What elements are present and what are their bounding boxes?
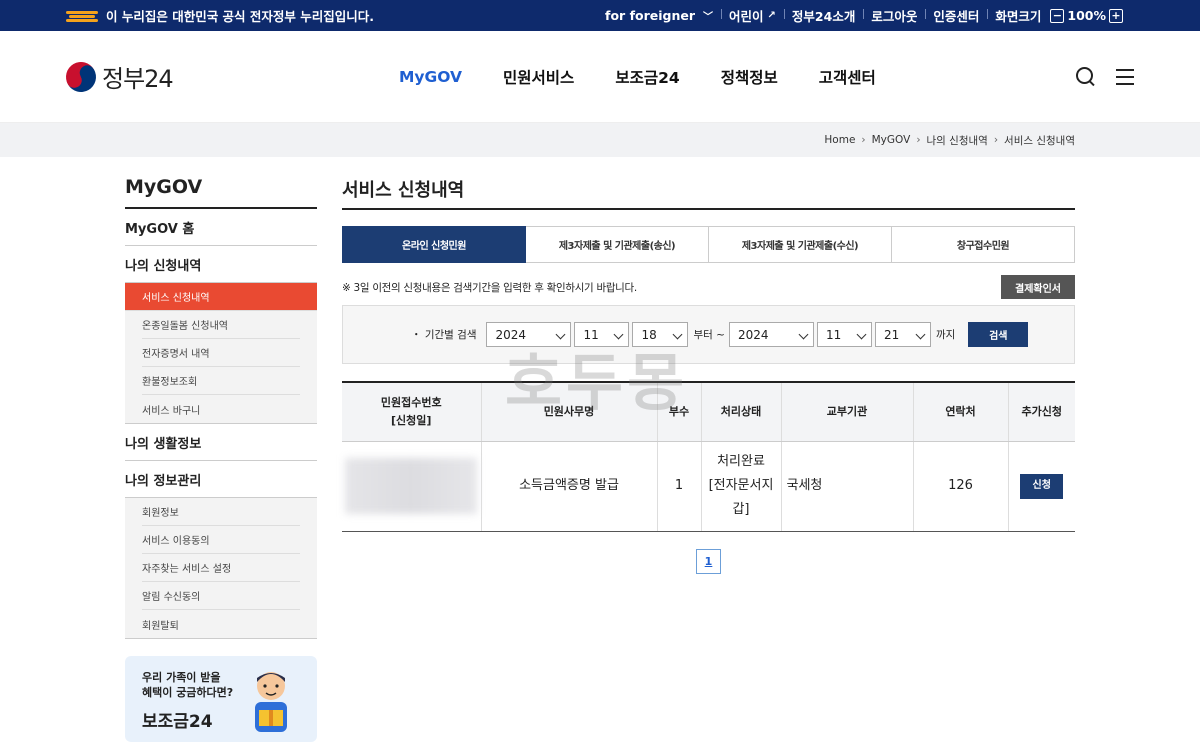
tab-third-party-received[interactable]: 제3자제출 및 기관제출(수신) (709, 226, 892, 263)
external-link-icon: ↗ (767, 10, 776, 21)
nav-mygov[interactable]: MyGOV (399, 68, 462, 86)
logout-link[interactable]: 로그아웃 (863, 6, 925, 25)
sidebar-submenu-applications: 서비스 신청내역 온종일돌봄 신청내역 전자증명서 내역 환불정보조회 서비스 … (125, 283, 317, 424)
receipt-number-cell (342, 441, 481, 532)
chevron-down-icon: ﹀ (703, 12, 714, 23)
subsidy24-promo-banner[interactable]: 우리 가족이 받을 혜택이 궁금하다면? 보조금24 (125, 656, 317, 742)
zoom-out-button[interactable]: − (1050, 8, 1065, 23)
sidebar-item-service-basket[interactable]: 서비스 바구니 (142, 395, 300, 423)
main-content: 서비스 신청내역 온라인 신청민원 제3자제출 및 기관제출(송신) 제3자제출… (342, 176, 1075, 574)
apply-button[interactable]: 신청 (1020, 473, 1064, 499)
for-foreigner-dropdown[interactable]: for foreigner ﹀ (597, 8, 721, 23)
about-link[interactable]: 정부24소개 (783, 6, 863, 25)
copies-cell: 1 (656, 441, 701, 532)
table-row: 소득금액증명 발급 1 처리완료 [전자문서지갑] 국세청 126 신청 (342, 441, 1075, 532)
search-icon[interactable] (1076, 67, 1096, 87)
sidebar-item-service-applications[interactable]: 서비스 신청내역 (125, 283, 317, 311)
zoom-in-button[interactable]: + (1109, 8, 1123, 23)
tab-online-applications[interactable]: 온라인 신청민원 (342, 226, 526, 263)
to-day-select[interactable]: 21 (874, 322, 931, 347)
breadcrumb-mygov[interactable]: MyGOV (872, 134, 911, 146)
sidebar-item-withdraw[interactable]: 회원탈퇴 (142, 610, 300, 638)
breadcrumb-home[interactable]: Home (824, 134, 855, 146)
sidebar-item-my-applications[interactable]: 나의 신청내역 (125, 246, 317, 283)
taegeuk-icon (60, 56, 102, 97)
col-receipt-number: 민원접수번호 [신청일] (342, 381, 481, 442)
cert-center-link[interactable]: 인증센터 (925, 6, 987, 25)
col-agency: 교부기관 (780, 381, 913, 442)
zoom-label: 화면크기 (995, 9, 1042, 24)
nav-policy-info[interactable]: 정책정보 (721, 66, 778, 88)
gov-symbol-icon (66, 9, 98, 23)
sidebar-submenu-info: 회원정보 서비스 이용동의 자주찾는 서비스 설정 알림 수신동의 회원탈퇴 (125, 498, 317, 639)
page-1-button[interactable]: 1 (696, 548, 721, 574)
application-tabs: 온라인 신청민원 제3자제출 및 기관제출(송신) 제3자제출 및 기관제출(수… (342, 226, 1075, 263)
breadcrumb: Home › MyGOV › 나의 신청내역 › 서비스 신청내역 (0, 123, 1200, 157)
sidebar: MyGOV MyGOV 홈 나의 신청내역 서비스 신청내역 온종일돌봄 신청내… (125, 176, 317, 742)
chevron-right-icon: › (861, 134, 866, 146)
sidebar-item-e-certificates[interactable]: 전자증명서 내역 (142, 339, 300, 367)
sidebar-item-notification-consent[interactable]: 알림 수신동의 (142, 582, 300, 610)
search-button[interactable]: 검색 (968, 322, 1029, 347)
tab-third-party-sent[interactable]: 제3자제출 및 기관제출(송신) (526, 226, 709, 263)
from-suffix: 부터 ~ (693, 329, 725, 341)
site-header: 정부24 MyGOV 민원서비스 보조금24 정책정보 고객센터 (0, 31, 1200, 123)
pagination: 1 (342, 548, 1075, 574)
kids-link[interactable]: 어린이 ↗ (721, 6, 784, 25)
site-logo[interactable]: 정부24 (60, 56, 174, 97)
col-copies: 부수 (656, 381, 701, 442)
page-title: 서비스 신청내역 (342, 176, 1075, 210)
breadcrumb-my-applications[interactable]: 나의 신청내역 (927, 133, 988, 148)
payment-confirmation-button[interactable]: 결제확인서 (1001, 275, 1075, 299)
hamburger-menu-icon[interactable] (1116, 69, 1134, 85)
zoom-value: 100% (1067, 8, 1106, 23)
sidebar-item-allday-care[interactable]: 온종일돌봄 신청내역 (142, 311, 300, 339)
status-cell: 처리완료 [전자문서지갑] (700, 441, 781, 532)
col-status: 처리상태 (700, 381, 781, 442)
col-additional: 추가신청 (1007, 381, 1075, 442)
col-service-name: 민원사무명 (480, 381, 657, 442)
chevron-right-icon: › (916, 134, 921, 146)
nav-civil-service[interactable]: 민원서비스 (503, 66, 574, 88)
from-year-select[interactable]: 2024 (486, 322, 572, 347)
tab-counter-applications[interactable]: 창구접수민원 (892, 226, 1075, 263)
nav-subsidy24[interactable]: 보조금24 (615, 66, 679, 88)
action-cell: 신청 (1007, 441, 1075, 532)
gov-banner: 이 누리집은 대한민국 공식 전자정부 누리집입니다. for foreigne… (0, 0, 1200, 31)
search-notice: ※ 3일 이전의 신청내용은 검색기간을 입력한 후 확인하시기 바랍니다. (342, 281, 637, 294)
sidebar-item-info-management[interactable]: 나의 정보관리 (125, 461, 317, 498)
applications-table: 민원접수번호 [신청일] 민원사무명 부수 처리상태 교부기관 연락처 추가신청… (342, 381, 1075, 532)
from-month-select[interactable]: 11 (574, 322, 630, 347)
agency-cell: 국세청 (780, 441, 913, 532)
to-suffix: 까지 (935, 329, 956, 341)
service-name-cell: 소득금액증명 발급 (480, 441, 657, 532)
to-month-select[interactable]: 11 (816, 322, 872, 347)
table-header-row: 민원접수번호 [신청일] 민원사무명 부수 처리상태 교부기관 연락처 추가신청 (342, 381, 1075, 442)
main-nav: MyGOV 민원서비스 보조금24 정책정보 고객센터 (399, 31, 917, 123)
chevron-right-icon: › (993, 134, 999, 146)
logo-text: 정부24 (102, 65, 174, 93)
sidebar-item-member-info[interactable]: 회원정보 (142, 498, 300, 526)
sidebar-item-life-info[interactable]: 나의 생활정보 (125, 424, 317, 461)
to-year-select[interactable]: 2024 (728, 322, 814, 347)
sidebar-item-service-consent[interactable]: 서비스 이용동의 (142, 526, 300, 554)
from-day-select[interactable]: 18 (632, 322, 689, 347)
sidebar-title: MyGOV (125, 176, 317, 209)
period-search-box: ・ 기간별 검색 2024 11 18 부터 ~ 2024 11 21 까지 검… (342, 305, 1075, 364)
redacted-receipt-number (345, 458, 478, 514)
sidebar-item-mygov-home[interactable]: MyGOV 홈 (125, 209, 317, 246)
breadcrumb-current: 서비스 신청내역 (1004, 134, 1075, 147)
zoom-control: 화면크기 − 100% + (987, 6, 1134, 25)
gov-notice: 이 누리집은 대한민국 공식 전자정부 누리집입니다. (106, 9, 375, 24)
period-search-label: ・ 기간별 검색 (411, 329, 477, 341)
nav-customer-center[interactable]: 고객센터 (819, 66, 876, 88)
col-contact: 연락처 (912, 381, 1008, 442)
contact-cell: 126 (912, 441, 1008, 532)
sidebar-item-favorite-settings[interactable]: 자주찾는 서비스 설정 (142, 554, 300, 582)
sidebar-item-refund-lookup[interactable]: 환불정보조회 (142, 367, 300, 395)
mascot-illustration (255, 672, 287, 732)
